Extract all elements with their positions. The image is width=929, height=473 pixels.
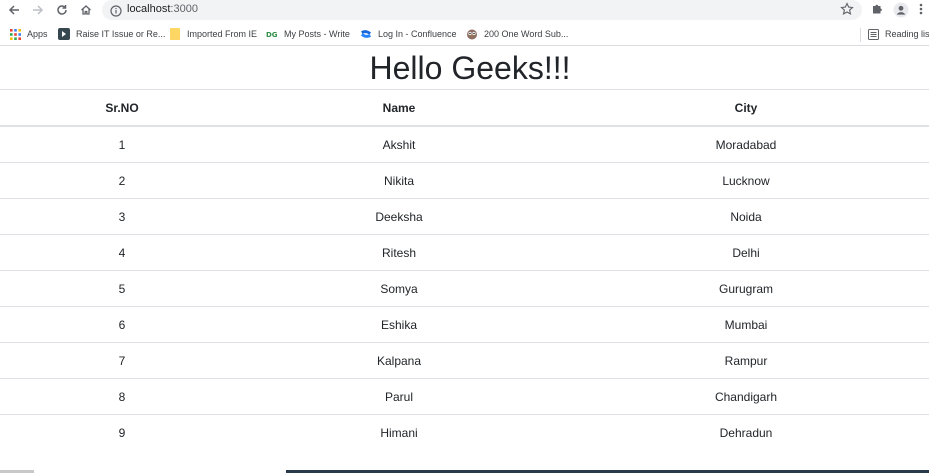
back-arrow-icon[interactable]	[5, 2, 23, 18]
cell-srno: 8	[118, 389, 126, 404]
bookmark-label: Reading list	[885, 29, 929, 39]
table-row: 1 Akshit Moradabad	[0, 127, 929, 163]
bookmark-imported-from-ie[interactable]: Imported From IE	[169, 26, 257, 42]
home-icon[interactable]	[77, 2, 95, 18]
bookmark-label: My Posts - Write	[284, 29, 350, 39]
table-row: 2 Nikita Lucknow	[0, 163, 929, 199]
cell-city: Dehradun	[719, 426, 773, 440]
cell-city: Mumbai	[724, 317, 768, 332]
dg-icon: DG	[266, 28, 278, 40]
apps-grid-icon	[9, 28, 21, 40]
extensions-puzzle-icon[interactable]	[870, 2, 884, 21]
cell-srno: 5	[118, 281, 126, 296]
cell-name: Parul	[384, 389, 413, 404]
cell-srno: 4	[118, 245, 126, 260]
cell-name: Nikita	[383, 173, 414, 188]
bookmark-label: Apps	[27, 29, 48, 39]
browser-toolbar: localhost:3000	[0, 0, 929, 21]
cell-srno: 6	[118, 317, 126, 332]
table-header-row: Sr.NO Name City	[0, 90, 929, 127]
bookmark-raise-issue[interactable]: Raise IT Issue or Re...	[58, 26, 165, 42]
bookmark-one-word[interactable]: 200 One Word Sub...	[466, 26, 568, 42]
cell-srno: 9	[118, 426, 126, 440]
cell-city: Lucknow	[722, 173, 770, 188]
folder-icon	[169, 28, 181, 40]
cell-srno: 3	[118, 209, 126, 224]
forward-arrow-icon[interactable]	[29, 2, 47, 18]
table-row: 4 Ritesh Delhi	[0, 235, 929, 271]
reading-list-icon	[867, 28, 879, 40]
cell-city: Moradabad	[715, 137, 777, 152]
url-host: localhost	[127, 3, 171, 15]
bookmark-star-icon[interactable]	[840, 2, 854, 21]
data-table: Sr.NO Name City 1 Akshit Moradabad 2 Nik…	[0, 89, 929, 451]
address-bar[interactable]: localhost:3000	[102, 0, 862, 20]
table-row: 7 Kalpana Rampur	[0, 343, 929, 379]
column-header-srno: Sr.NO	[105, 100, 139, 115]
profile-avatar-icon[interactable]	[893, 2, 909, 23]
bookmark-label: Log In - Confluence	[378, 29, 457, 39]
table-row: 8 Parul Chandigarh	[0, 379, 929, 415]
cell-city: Noida	[730, 209, 762, 224]
column-header-city: City	[734, 100, 758, 115]
svg-text:DG: DG	[266, 31, 278, 38]
cell-city: Chandigarh	[714, 389, 778, 404]
cell-srno: 1	[118, 137, 126, 152]
bookmark-label: Raise IT Issue or Re...	[76, 29, 166, 39]
owl-icon	[466, 28, 478, 40]
bookmark-confluence[interactable]: Log In - Confluence	[360, 26, 457, 42]
confluence-icon	[360, 28, 372, 40]
table-row: 9 Himani Dehradun	[0, 415, 929, 451]
url-text: localhost:3000	[127, 3, 198, 15]
table-row: 6 Eshika Mumbai	[0, 307, 929, 343]
cell-city: Rampur	[724, 353, 768, 368]
cell-name: Akshit	[382, 137, 416, 152]
table-row: 5 Somya Gurugram	[0, 271, 929, 307]
cell-city: Delhi	[732, 245, 760, 260]
bookmark-label: 200 One Word Sub...	[484, 29, 569, 39]
cell-name: Deeksha	[375, 209, 423, 224]
bookmark-apps[interactable]: Apps	[9, 26, 48, 42]
bookmarks-separator	[860, 28, 861, 42]
cell-srno: 7	[118, 353, 126, 368]
raise-issue-icon	[58, 28, 70, 40]
cell-name: Eshika	[380, 317, 418, 332]
cell-name: Himani	[380, 426, 418, 440]
table-row: 3 Deeksha Noida	[0, 199, 929, 235]
cell-srno: 2	[118, 173, 126, 188]
cell-city: Gurugram	[718, 281, 774, 296]
bookmark-reading-list[interactable]: Reading list	[867, 26, 929, 42]
site-info-icon[interactable]	[110, 4, 122, 22]
bookmark-my-posts[interactable]: DG My Posts - Write	[266, 26, 350, 42]
cell-name: Ritesh	[381, 245, 416, 260]
page-title: Hello Geeks!!!	[369, 50, 571, 86]
bookmarks-bar: Apps Raise IT Issue or Re... Imported Fr…	[0, 22, 929, 46]
reload-icon[interactable]	[53, 2, 71, 18]
cell-name: Somya	[380, 281, 418, 296]
bookmark-label: Imported From IE	[187, 29, 258, 39]
column-header-name: Name	[382, 100, 416, 115]
cell-name: Kalpana	[376, 353, 422, 368]
menu-kebab-icon[interactable]	[918, 2, 924, 21]
url-port: :3000	[170, 3, 198, 15]
